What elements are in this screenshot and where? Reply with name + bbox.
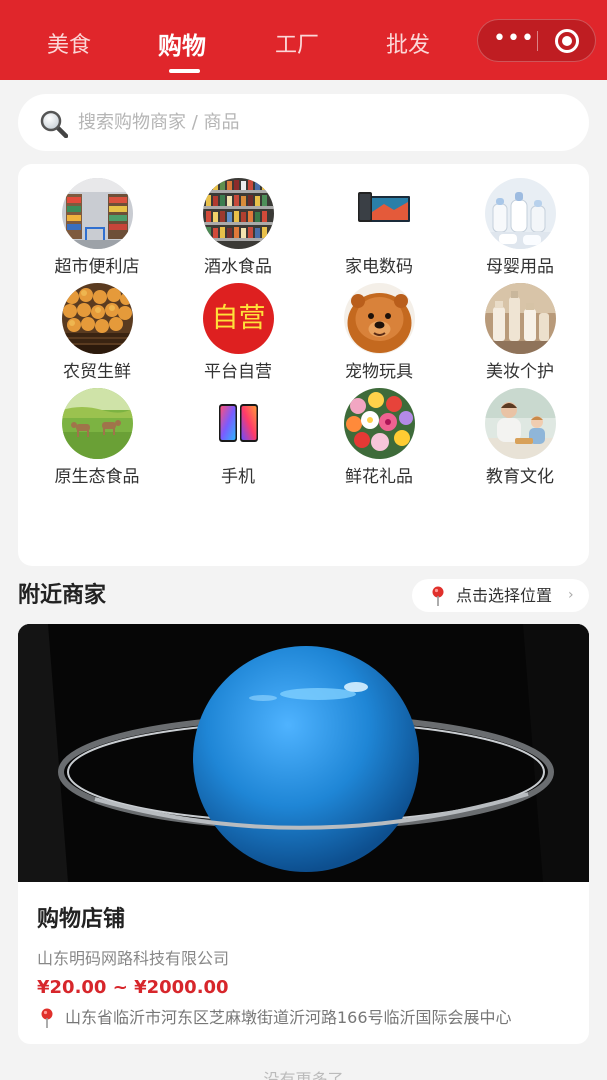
- category-education[interactable]: 教育文化: [455, 374, 585, 487]
- target-icon[interactable]: [555, 29, 579, 53]
- top-nav-bar: 美食 购物 工厂 批发 •••: [0, 0, 607, 80]
- choose-location-label: 点击选择位置: [456, 586, 553, 605]
- category-drinks[interactable]: 酒水食品: [173, 164, 303, 277]
- category-label: 鲜花礼品: [345, 467, 413, 487]
- capsule-divider: [537, 31, 538, 51]
- supermarket-photo: [62, 178, 133, 249]
- category-electronics[interactable]: 家电数码: [314, 164, 444, 277]
- baby-bottles-photo: [485, 178, 556, 249]
- tv-phone-photo: [344, 178, 415, 249]
- store-name: 购物店铺: [37, 907, 126, 932]
- category-grid: 超市便利店 酒水食品 家电数码 母婴用品 农贸生鲜 自营 平台自营 宠物玩具 美…: [18, 164, 589, 566]
- category-flowers-gifts[interactable]: 鲜花礼品: [314, 374, 444, 487]
- search-bar[interactable]: 搜索购物商家 / 商品: [18, 94, 589, 151]
- cosmetics-bottles-photo: [485, 283, 556, 354]
- category-fresh-produce[interactable]: 农贸生鲜: [32, 269, 162, 382]
- category-organic-food[interactable]: 原生态食品: [32, 374, 162, 487]
- tab-shopping[interactable]: 购物: [158, 28, 206, 64]
- chevron-right-icon: ›: [568, 587, 574, 603]
- self-operated-badge: 自营: [203, 283, 274, 354]
- chow-dog-photo: [344, 283, 415, 354]
- category-beauty[interactable]: 美妆个护: [455, 269, 585, 382]
- flower-bouquet-photo: [344, 388, 415, 459]
- search-icon: [40, 110, 68, 138]
- tab-factory[interactable]: 工厂: [275, 28, 319, 64]
- category-label: 教育文化: [486, 467, 554, 487]
- tab-wholesale[interactable]: 批发: [386, 28, 430, 64]
- pasture-cattle-photo: [62, 388, 133, 459]
- category-phones[interactable]: 手机: [173, 374, 303, 487]
- store-address: 山东省临沂市河东区芝麻墩街道沂河路166号临沂国际会展中心: [65, 1008, 512, 1027]
- category-pet-toys[interactable]: 宠物玩具: [314, 269, 444, 382]
- smartphones-photo: [203, 388, 274, 459]
- category-supermarket[interactable]: 超市便利店: [32, 164, 162, 277]
- drinks-shelf-photo: [203, 178, 274, 249]
- category-label: 原生态食品: [54, 467, 140, 487]
- active-tab-indicator: [169, 69, 200, 73]
- parent-child-photo: [485, 388, 556, 459]
- map-pin-icon: [432, 586, 444, 606]
- tab-food[interactable]: 美食: [47, 28, 91, 64]
- category-self-operated[interactable]: 自营 平台自营: [173, 269, 303, 382]
- store-card[interactable]: 购物店铺 山东明码网路科技有限公司 ¥20.00 ~ ¥2000.00 山东省临…: [18, 624, 589, 1044]
- choose-location-button[interactable]: 点击选择位置 ›: [412, 579, 589, 612]
- more-dots-icon[interactable]: •••: [492, 20, 536, 61]
- search-input[interactable]: 搜索购物商家 / 商品: [78, 94, 240, 151]
- miniprogram-capsule: •••: [477, 19, 596, 62]
- map-pin-icon: [41, 1008, 53, 1028]
- section-title: 附近商家: [18, 583, 107, 608]
- store-price-range: ¥20.00 ~ ¥2000.00: [37, 977, 229, 998]
- fruit-crate-photo: [62, 283, 133, 354]
- self-operated-badge-text: 自营: [211, 303, 266, 334]
- category-baby[interactable]: 母婴用品: [455, 164, 585, 277]
- list-end-hint: 没有更多了: [263, 1070, 344, 1080]
- store-company: 山东明码网路科技有限公司: [37, 949, 230, 968]
- planet-neptune-ring-image: [18, 624, 589, 882]
- category-label: 手机: [221, 467, 255, 487]
